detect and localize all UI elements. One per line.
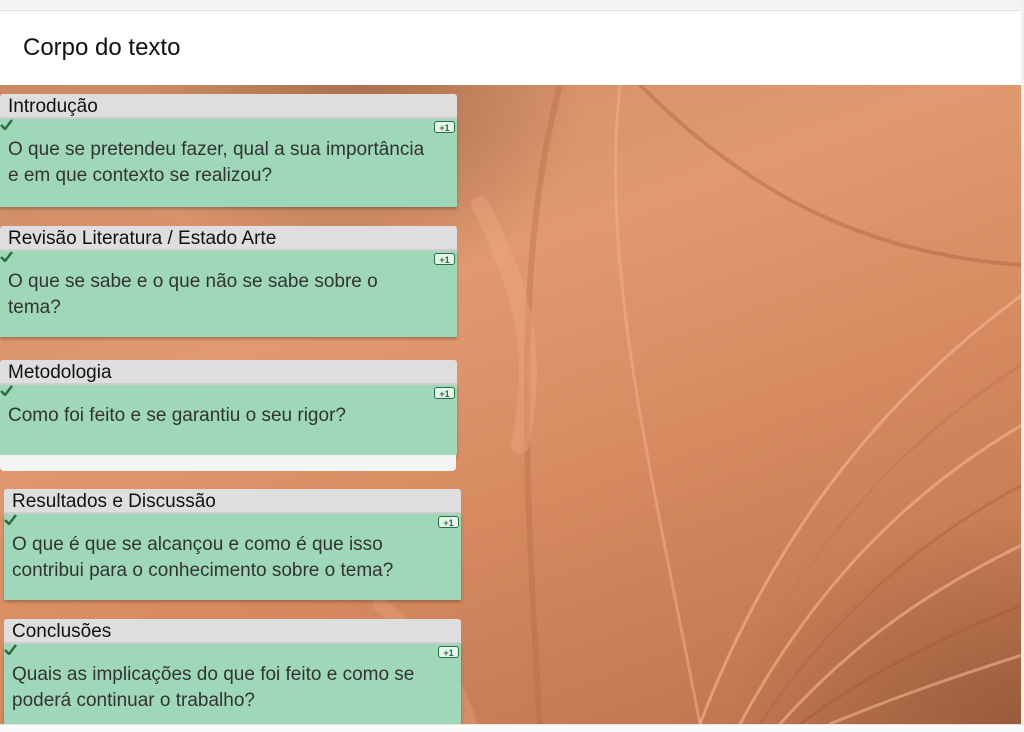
card-conclusoes[interactable]: Conclusões +1 Quais as implicações do qu… [4, 619, 461, 724]
board-canvas: Introdução +1 O que se pretendeu fazer, … [0, 85, 1022, 724]
card-text: Como foi feito e se garantiu o seu rigor… [8, 405, 346, 426]
card-label: Introdução [0, 94, 457, 119]
plus-one-icon[interactable]: +1 [434, 121, 455, 133]
top-border [0, 0, 1024, 11]
card-divider [0, 455, 456, 471]
plus-one-icon[interactable]: +1 [438, 516, 459, 528]
check-icon[interactable] [0, 385, 13, 396]
card-body[interactable]: +1 O que é que se alcançou e como é que … [4, 514, 461, 600]
page-title: Corpo do texto [23, 34, 181, 61]
card-body[interactable]: +1 O que se sabe e o que não se sabe sob… [0, 251, 457, 337]
check-icon[interactable] [0, 119, 13, 130]
check-icon[interactable] [4, 514, 17, 525]
plus-one-icon[interactable]: +1 [434, 253, 455, 265]
plus-one-icon[interactable]: +1 [438, 646, 459, 658]
card-resultados-discussao[interactable]: Resultados e Discussão +1 O que é que se… [4, 489, 461, 600]
card-label: Conclusões [4, 619, 461, 644]
card-text: O que se pretendeu fazer, qual a sua imp… [8, 139, 425, 186]
plus-one-icon[interactable]: +1 [434, 387, 455, 399]
card-text: O que se sabe e o que não se sabe sobre … [8, 271, 378, 318]
page-header: Corpo do texto [0, 11, 1022, 85]
card-text: Quais as implicações do que foi feito e … [12, 664, 415, 711]
card-text: O que é que se alcançou e como é que iss… [12, 534, 394, 581]
card-revisao-literatura[interactable]: Revisão Literatura / Estado Arte +1 O qu… [0, 226, 457, 337]
card-body[interactable]: +1 Como foi feito e se garantiu o seu ri… [0, 385, 457, 455]
check-icon[interactable] [0, 251, 13, 262]
check-icon[interactable] [4, 644, 17, 655]
card-body[interactable]: +1 Quais as implicações do que foi feito… [4, 644, 461, 724]
card-label: Revisão Literatura / Estado Arte [0, 226, 457, 251]
card-body[interactable]: +1 O que se pretendeu fazer, qual a sua … [0, 119, 457, 207]
card-introducao[interactable]: Introdução +1 O que se pretendeu fazer, … [0, 94, 457, 207]
card-metodologia[interactable]: Metodologia +1 Como foi feito e se garan… [0, 360, 457, 455]
card-label: Resultados e Discussão [4, 489, 461, 514]
card-label: Metodologia [0, 360, 457, 385]
